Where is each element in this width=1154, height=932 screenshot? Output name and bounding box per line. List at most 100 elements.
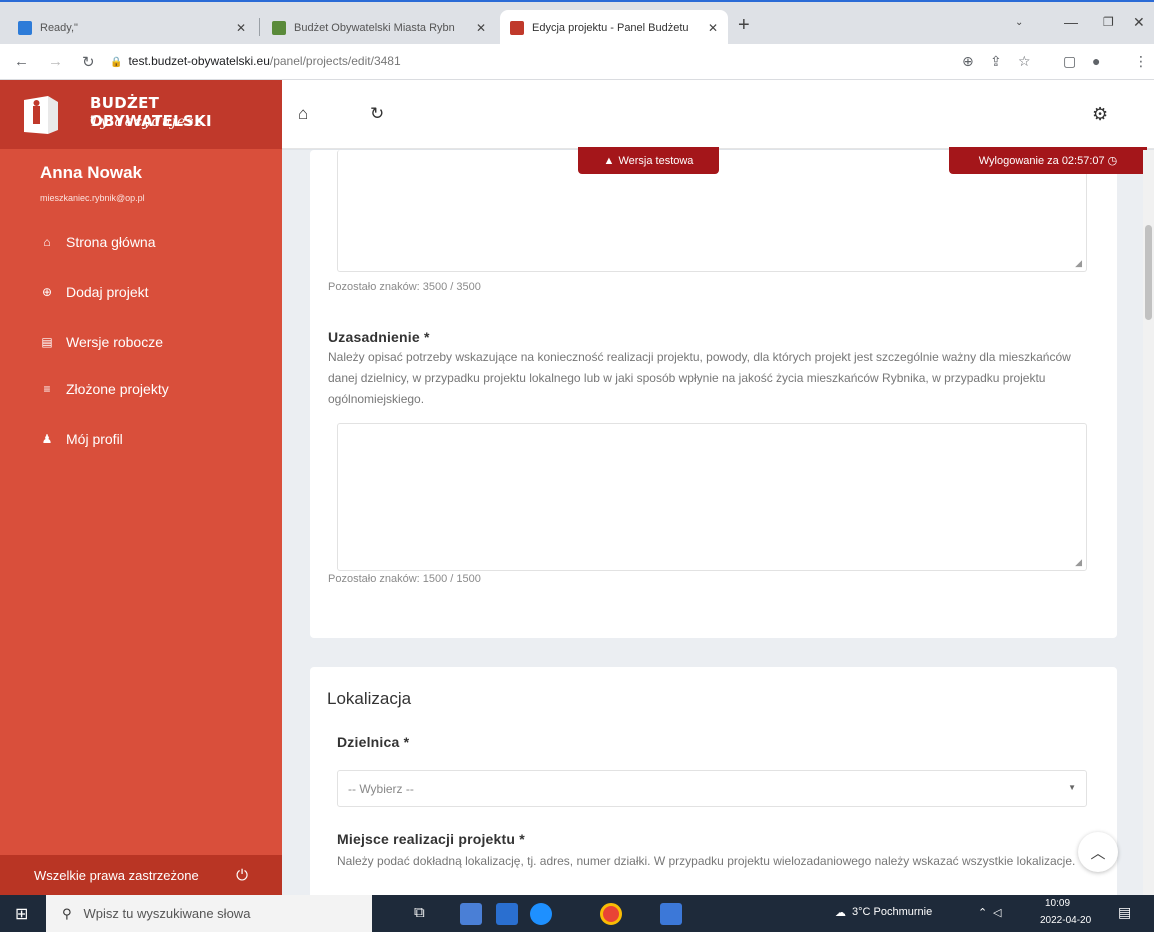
scrollbar-thumb[interactable] — [1145, 225, 1152, 320]
browser-tab[interactable]: Budżet Obywatelski Miasta Rybn ✕ — [262, 10, 496, 46]
tab-title: Budżet Obywatelski Miasta Rybn — [294, 22, 455, 34]
chrome-icon[interactable] — [600, 903, 622, 925]
home-icon: ⌂ — [43, 235, 51, 249]
section-title-location: Lokalizacja — [327, 689, 412, 708]
browser-tab-bar: Ready," ✕ Budżet Obywatelski Miasta Rybn… — [0, 0, 1154, 46]
sidebar-item-add-project[interactable]: ⊕ Dodaj projekt — [40, 284, 149, 300]
copyright-text: Wszelkie prawa zastrzeżone — [34, 867, 199, 883]
lock-icon: 🔒 — [110, 57, 123, 68]
sidebar-item-profile[interactable]: ♟ Mój profil — [40, 431, 123, 447]
clock-time[interactable]: 10:09 — [1045, 898, 1070, 909]
taskbar-search-placeholder: Wpisz tu wyszukiwane słowa — [83, 906, 251, 921]
windows-start-icon[interactable]: ⊞ — [15, 904, 28, 924]
tab-close-icon[interactable]: ✕ — [236, 21, 246, 35]
app-icon[interactable] — [660, 903, 682, 925]
logout-time: 02:57:07 — [1061, 154, 1105, 167]
chevron-down-icon: ▼ — [1068, 783, 1076, 792]
district-selected-value: -- Wybierz -- — [348, 782, 414, 796]
sidebar-footer: Wszelkie prawa zastrzeżone ⏻ — [0, 855, 282, 895]
chevron-up-icon: ︿ — [1090, 844, 1106, 862]
main-content: ◢ Pozostało znaków: 3500 / 3500 Uzasadni… — [282, 150, 1143, 895]
place-label: Miejsce realizacji projektu * — [337, 831, 525, 847]
tab-title: Edycja projektu - Panel Budżetu — [532, 22, 689, 34]
clock-date[interactable]: 2022-04-20 — [1040, 915, 1091, 926]
tray-arrow-icon[interactable]: ⌃ — [978, 906, 987, 919]
sidebar-item-drafts[interactable]: ▤ Wersje robocze — [40, 334, 163, 350]
user-icon: ♟ — [41, 432, 53, 446]
district-select[interactable]: -- Wybierz -- ▼ — [337, 770, 1087, 807]
tab-title: Ready," — [40, 22, 78, 34]
sidebar-item-label: Wersje robocze — [66, 334, 164, 350]
resize-handle-icon[interactable]: ◢ — [1075, 557, 1082, 568]
place-help: Należy podać dokładną lokalizację, tj. a… — [337, 854, 1076, 868]
browser-menu-icon[interactable]: ⋮ — [1134, 53, 1148, 70]
test-version-badge: ▲ Wersja testowa — [578, 147, 719, 174]
user-name: Anna Nowak — [40, 163, 143, 182]
url-field[interactable]: 🔒 test.budzet-obywatelski.eu/panel/projec… — [110, 54, 401, 68]
taskbar-search[interactable]: ⚲ Wpisz tu wyszukiwane słowa — [46, 895, 372, 932]
back-icon[interactable]: ← — [14, 53, 29, 70]
mail-icon[interactable] — [496, 903, 518, 925]
list-icon: ≡ — [43, 382, 51, 396]
file-icon: ▤ — [41, 335, 53, 349]
forward-icon[interactable]: → — [48, 53, 63, 70]
address-bar: ← → ↻ 🔒 test.budzet-obywatelski.eu/panel/… — [0, 44, 1154, 80]
close-window-icon[interactable]: ✕ — [1133, 14, 1145, 31]
sidebar-item-label: Strona główna — [66, 234, 156, 250]
tab-close-icon[interactable]: ✕ — [708, 21, 718, 35]
tab-favicon-icon — [272, 21, 286, 35]
file-explorer-icon[interactable] — [460, 903, 482, 925]
sidebar-item-label: Dodaj projekt — [66, 284, 149, 300]
scroll-to-top-button[interactable]: ︿ — [1078, 832, 1118, 872]
budget-logo-icon — [24, 96, 58, 134]
edge-icon[interactable] — [530, 903, 552, 925]
resize-handle-icon[interactable]: ◢ — [1075, 258, 1082, 269]
windows-taskbar: ⊞ ⚲ Wpisz tu wyszukiwane słowa ⧉ ☁ 3°C P… — [0, 895, 1154, 932]
zoom-icon[interactable]: ⊕ — [962, 53, 974, 70]
browser-tab[interactable]: Ready," ✕ — [8, 10, 256, 46]
minimize-icon[interactable]: — — [1064, 14, 1078, 30]
notifications-icon[interactable]: ▤ — [1118, 904, 1131, 921]
plus-circle-icon: ⊕ — [41, 285, 53, 299]
home-icon[interactable]: ⌂ — [298, 104, 308, 124]
user-email: mieszkaniec.rybnik@op.pl — [40, 193, 145, 203]
maximize-icon[interactable]: ❐ — [1103, 15, 1114, 29]
tab-search-icon[interactable]: ⌄ — [1015, 17, 1023, 28]
brand-header[interactable]: BUDŻET OBYWATELSKI Ty decydujesz — [0, 80, 282, 149]
justification-textarea[interactable]: ◢ — [337, 423, 1087, 571]
clock-icon: ◷ — [1107, 155, 1118, 167]
sidebar-item-home[interactable]: ⌂ Strona główna — [40, 234, 156, 250]
description-counter: Pozostało znaków: 3500 / 3500 — [328, 281, 481, 293]
url-path: /panel/projects/edit/3481 — [269, 54, 401, 68]
weather-cloud-icon: ☁ — [835, 907, 846, 919]
top-header: ⌂ ↻ ⚙ — [282, 80, 1154, 149]
page-scrollbar[interactable] — [1143, 150, 1154, 895]
share-icon[interactable]: ⇪ — [990, 53, 1002, 70]
sidebar: BUDŻET OBYWATELSKI Ty decydujesz Anna No… — [0, 80, 282, 895]
justification-help: Należy opisać potrzeby wskazujące na kon… — [328, 350, 1071, 406]
power-icon[interactable]: ⏻ — [236, 867, 248, 884]
weather-text[interactable]: 3°C Pochmurnie — [852, 906, 932, 918]
reload-icon[interactable]: ↻ — [82, 53, 95, 71]
logout-label: Wylogowanie za — [978, 154, 1059, 167]
refresh-icon[interactable]: ↻ — [370, 104, 384, 124]
tab-favicon-icon — [510, 21, 524, 35]
task-view-icon[interactable]: ⧉ — [414, 904, 425, 921]
test-badge-label: Wersja testowa — [618, 154, 694, 167]
tab-close-icon[interactable]: ✕ — [476, 21, 486, 35]
bookmark-star-icon[interactable]: ☆ — [1018, 53, 1031, 70]
browser-tab-active[interactable]: Edycja projektu - Panel Budżetu ✕ — [500, 10, 728, 46]
new-tab-icon[interactable]: + — [738, 14, 750, 37]
sidebar-item-label: Mój profil — [66, 431, 123, 447]
speaker-icon[interactable]: ◁ — [993, 906, 1001, 919]
gear-icon[interactable]: ⚙ — [1092, 104, 1108, 125]
sidepanel-icon[interactable]: ▢ — [1063, 53, 1076, 70]
search-icon: ⚲ — [62, 905, 72, 921]
sidebar-item-submitted[interactable]: ≡ Złożone projekty — [40, 381, 168, 397]
justification-label: Uzasadnienie * — [328, 329, 430, 345]
description-card: ◢ Pozostało znaków: 3500 / 3500 Uzasadni… — [310, 150, 1117, 638]
profile-icon[interactable]: ● — [1092, 53, 1100, 69]
logout-timer-badge: Wylogowanie za 02:57:07 ◷ — [949, 147, 1147, 174]
district-label: Dzielnica * — [337, 734, 410, 750]
tab-favicon-icon — [18, 21, 32, 35]
